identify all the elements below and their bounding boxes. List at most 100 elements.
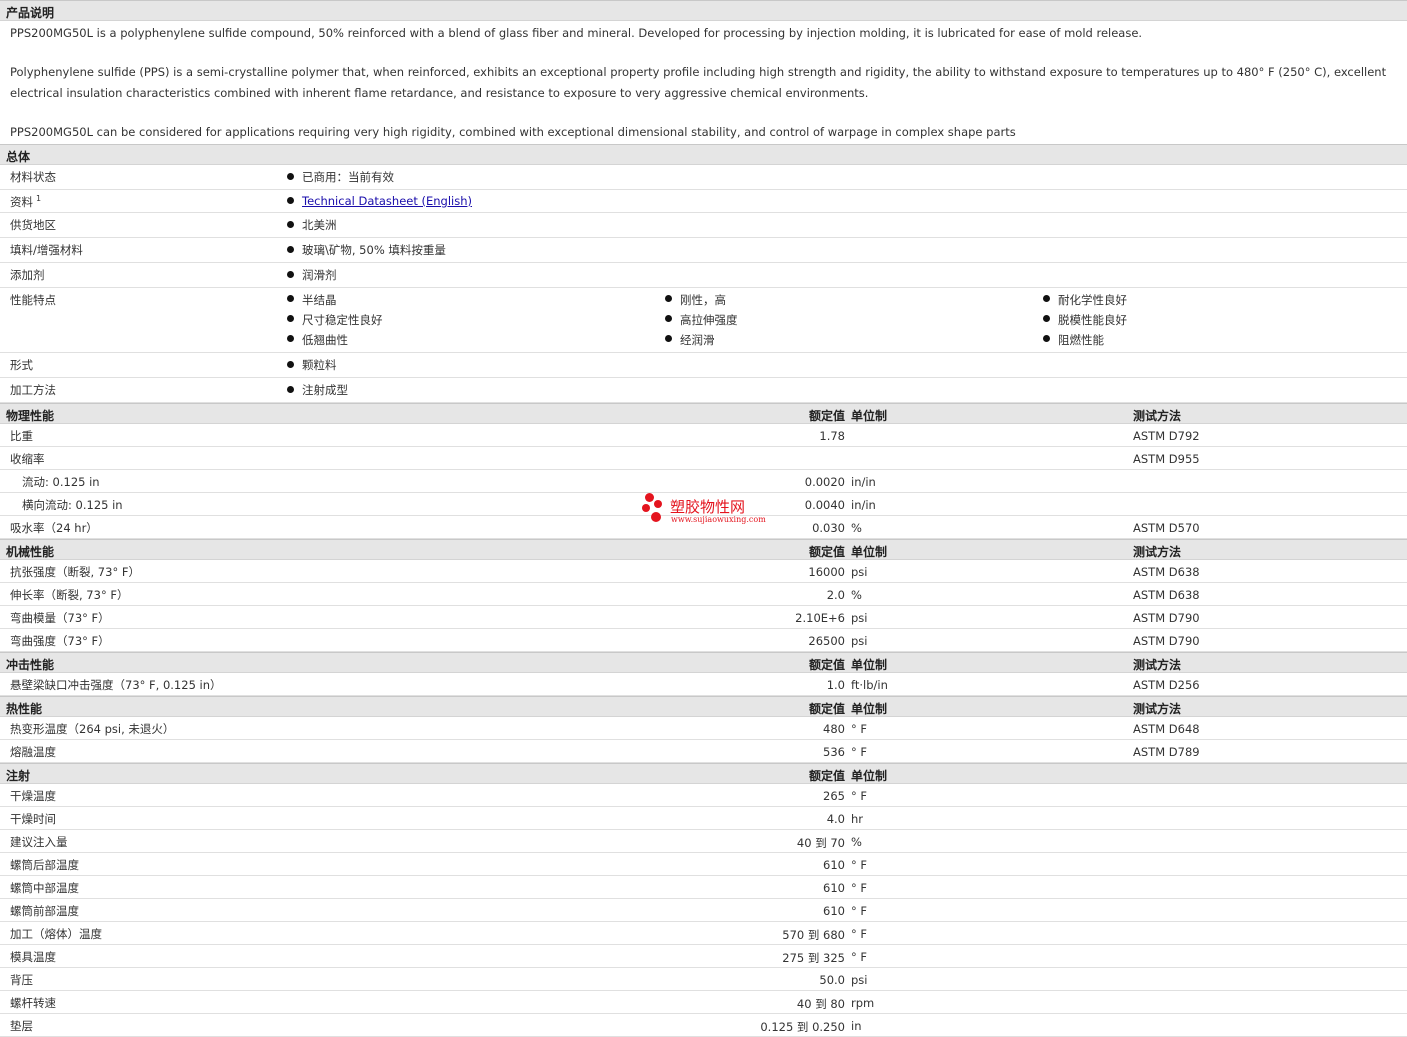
property-row: 螺筒后部温度 610 ° F — [0, 853, 1407, 876]
property-unit: ° F — [851, 858, 868, 872]
section-header: 冲击性能 额定值 单位制 测试方法 — [0, 652, 1407, 673]
property-value: 570 到 680 — [782, 928, 845, 942]
list-item-text: 北美洲 — [302, 218, 337, 232]
property-test-method: ASTM D638 — [1133, 588, 1200, 602]
property-label: 比重 — [10, 429, 33, 443]
bullet-icon — [287, 335, 294, 342]
section-title: 物理性能 — [6, 409, 55, 423]
list-item-text: 润滑剂 — [302, 268, 337, 282]
property-label: 悬壁梁缺口冲击强度（73° F, 0.125 in） — [10, 678, 222, 692]
property-unit: in/in — [851, 498, 876, 512]
bullet-icon — [287, 295, 294, 302]
general-label: 添加剂 — [10, 267, 45, 283]
description-body: PPS200MG50L is a polyphenylene sulfide c… — [0, 21, 1407, 143]
property-unit: ° F — [851, 904, 868, 918]
list-item: 半结晶 — [287, 292, 665, 308]
general-row: 资料 1 Technical Datasheet (English) — [0, 190, 1407, 213]
list-item: 低翘曲性 — [287, 332, 665, 348]
description-header: 产品说明 — [0, 0, 1407, 21]
property-unit: % — [851, 521, 862, 535]
property-test-method: ASTM D792 — [1133, 429, 1200, 443]
property-value: 610 — [823, 904, 845, 918]
property-value: 40 到 70 — [796, 836, 845, 850]
list-item-text: 耐化学性良好 — [1058, 293, 1127, 307]
property-label: 抗张强度（断裂, 73° F） — [10, 565, 140, 579]
property-label: 热变形温度（264 psi, 未退火） — [10, 722, 175, 736]
section-title: 热性能 — [6, 702, 43, 716]
list-item-text: 刚性，高 — [680, 293, 726, 307]
property-row: 收缩率 ASTM D955 — [0, 447, 1407, 470]
general-label: 供货地区 — [10, 217, 56, 233]
property-unit: % — [851, 835, 862, 849]
general-values: 润滑剂 — [287, 263, 1407, 287]
general-values: 半结晶 刚性，高 耐化学性良好 尺寸稳定性良好 高拉伸强度 脱模性能良好 低翘曲性 经润滑 阻燃… — [287, 288, 1407, 352]
property-row: 热变形温度（264 psi, 未退火） 480 ° F ASTM D648 — [0, 717, 1407, 740]
property-test-method: ASTM D648 — [1133, 722, 1200, 736]
description-paragraph: PPS200MG50L is a polyphenylene sulfide c… — [10, 26, 1143, 40]
property-row: 弯曲模量（73° F） 2.10E+6 psi ASTM D790 — [0, 606, 1407, 629]
property-unit: rpm — [851, 996, 875, 1010]
property-unit: ° F — [851, 927, 868, 941]
property-label: 螺筒前部温度 — [10, 904, 79, 918]
column-header-value: 额定值 — [808, 658, 845, 672]
list-item-text: 注射成型 — [302, 383, 348, 397]
list-item-text: 脱模性能良好 — [1058, 313, 1127, 327]
section-header: 机械性能 额定值 单位制 测试方法 — [0, 539, 1407, 560]
list-item: 刚性，高 — [665, 292, 1043, 308]
general-label-text: 加工方法 — [10, 383, 56, 397]
list-item: 玻璃\矿物, 50% 填料按重量 — [287, 243, 446, 257]
datasheet-link[interactable]: Technical Datasheet (English) — [302, 194, 472, 208]
general-row: 加工方法 注射成型 — [0, 378, 1407, 403]
list-item: 耐化学性良好 — [1043, 292, 1343, 308]
property-label: 螺筒中部温度 — [10, 881, 79, 895]
property-row: 螺筒中部温度 610 ° F — [0, 876, 1407, 899]
bullet-icon — [287, 361, 294, 368]
property-row: 干燥时间 4.0 hr — [0, 807, 1407, 830]
property-value: 0.0040 — [804, 498, 845, 512]
column-header-value: 额定值 — [808, 409, 845, 423]
property-value: 480 — [823, 722, 845, 736]
property-row: 抗张强度（断裂, 73° F） 16000 psi ASTM D638 — [0, 560, 1407, 583]
property-row: 弯曲强度（73° F） 26500 psi ASTM D790 — [0, 629, 1407, 652]
property-value: 265 — [823, 789, 845, 803]
property-value: 50.0 — [819, 973, 845, 987]
section-header: 注射 额定值 单位制 — [0, 763, 1407, 784]
general-label-text: 材料状态 — [10, 170, 56, 184]
general-values: 玻璃\矿物, 50% 填料按重量 — [287, 238, 1407, 262]
column-header-unit: 单位制 — [851, 658, 888, 672]
column-header-unit: 单位制 — [851, 409, 888, 423]
property-label: 弯曲模量（73° F） — [10, 611, 110, 625]
property-value: 0.125 到 0.250 — [760, 1020, 845, 1034]
general-row: 形式 颗粒料 — [0, 353, 1407, 378]
property-value: 610 — [823, 881, 845, 895]
property-test-method: ASTM D790 — [1133, 634, 1200, 648]
property-unit: psi — [851, 565, 868, 579]
property-unit: psi — [851, 634, 868, 648]
property-label: 背压 — [10, 973, 33, 987]
property-label: 收缩率 — [10, 452, 45, 466]
property-unit: psi — [851, 973, 868, 987]
list-item: 高拉伸强度 — [665, 312, 1043, 328]
property-row: 熔融温度 536 ° F ASTM D789 — [0, 740, 1407, 763]
general-values: 北美洲 — [287, 213, 1407, 237]
list-item-text: 经润滑 — [680, 333, 715, 347]
property-value: 26500 — [808, 634, 845, 648]
property-label: 吸水率（24 hr） — [10, 521, 98, 535]
property-test-method: ASTM D256 — [1133, 678, 1200, 692]
property-value: 0.0020 — [804, 475, 845, 489]
section-title: 注射 — [6, 769, 31, 783]
property-unit: ° F — [851, 789, 868, 803]
property-test-method: ASTM D570 — [1133, 521, 1200, 535]
list-item-text: 阻燃性能 — [1058, 333, 1104, 347]
general-label-text: 形式 — [10, 358, 33, 372]
bullet-icon — [287, 246, 294, 253]
general-label-text: 供货地区 — [10, 218, 56, 232]
general-values: 颗粒料 — [287, 353, 1407, 377]
list-item: 润滑剂 — [287, 268, 337, 282]
property-unit: ° F — [851, 745, 868, 759]
general-row: 供货地区 北美洲 — [0, 213, 1407, 238]
general-label: 资料 1 — [10, 194, 41, 210]
general-label-text: 添加剂 — [10, 268, 45, 282]
list-item-text: 半结晶 — [302, 293, 337, 307]
property-value: 610 — [823, 858, 845, 872]
